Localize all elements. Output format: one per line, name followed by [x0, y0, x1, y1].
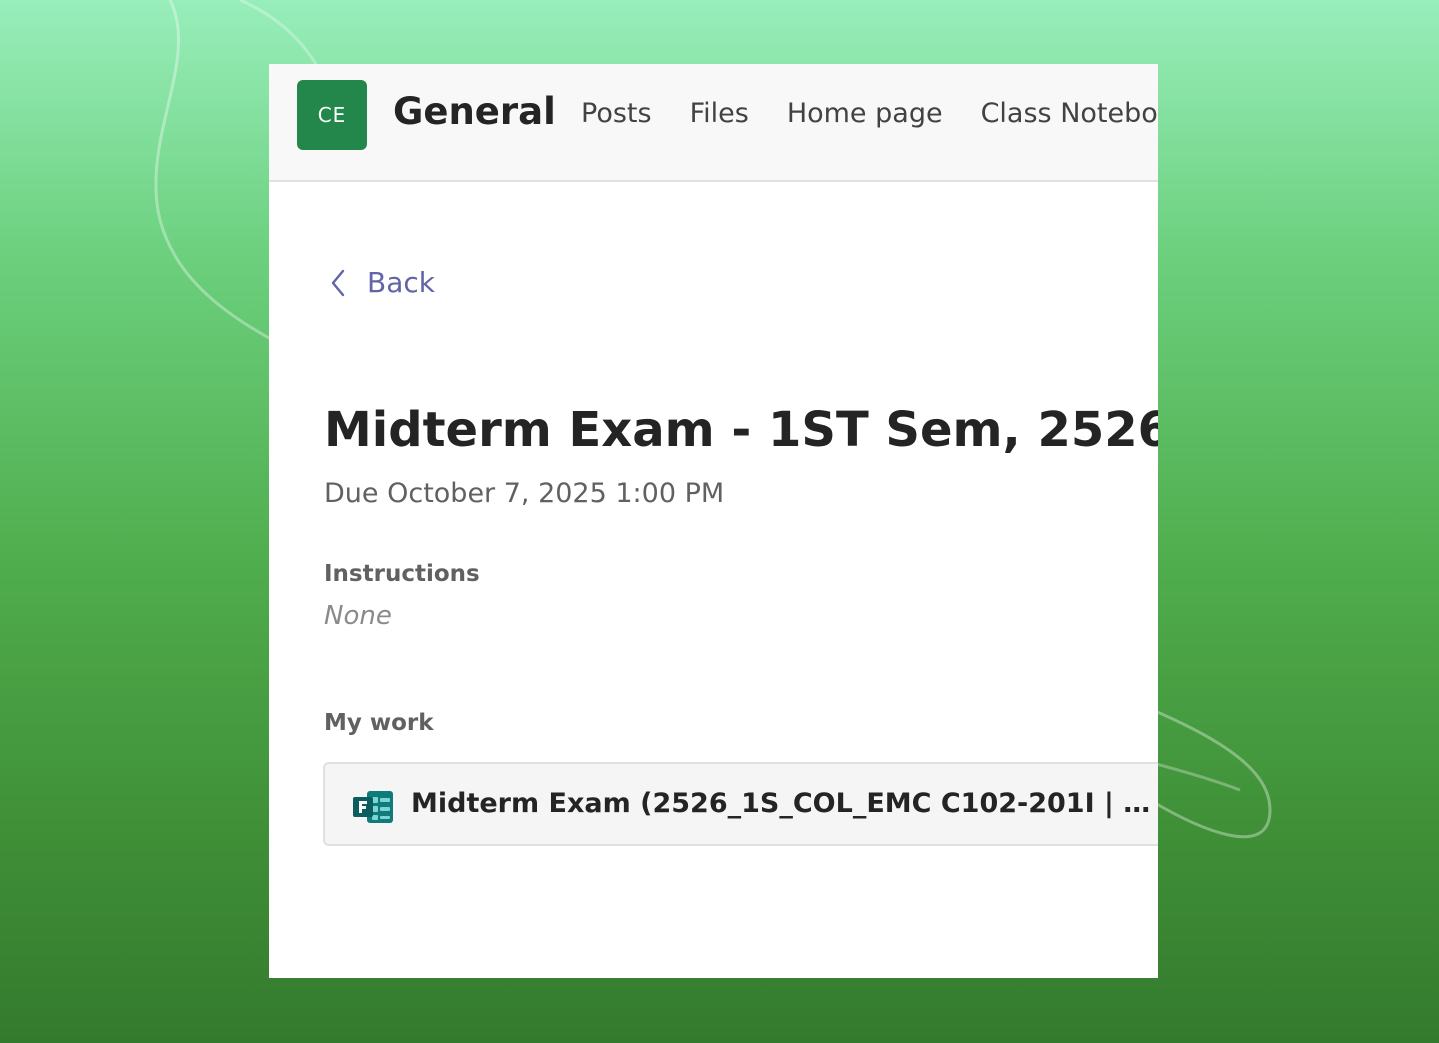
- assignment-title: Midterm Exam - 1ST Sem, 2526: [324, 402, 1158, 458]
- back-button[interactable]: Back: [331, 266, 435, 299]
- channel-title: General: [393, 90, 556, 133]
- work-item-card[interactable]: Midterm Exam (2526_1S_COL_EMC C102-201I …: [323, 762, 1158, 846]
- work-item-title: Midterm Exam (2526_1S_COL_EMC C102-201I …: [411, 788, 1155, 819]
- assignment-window: CE General Posts Files Home page Class N…: [269, 64, 1158, 978]
- tab-posts[interactable]: Posts: [581, 98, 652, 129]
- channel-header: CE General Posts Files Home page Class N…: [269, 64, 1158, 182]
- my-work-label: My work: [324, 710, 434, 736]
- due-date: Due October 7, 2025 1:00 PM: [324, 478, 725, 509]
- channel-tabs: Posts Files Home page Class Notebo: [581, 98, 1158, 129]
- tab-files[interactable]: Files: [690, 98, 749, 129]
- microsoft-forms-icon: [353, 791, 393, 823]
- chevron-left-icon: [331, 269, 345, 296]
- back-label: Back: [367, 266, 435, 299]
- team-avatar[interactable]: CE: [297, 80, 367, 150]
- instructions-value: None: [324, 601, 392, 631]
- tab-class-notebook[interactable]: Class Notebo: [981, 98, 1158, 129]
- instructions-label: Instructions: [324, 561, 480, 587]
- tab-home-page[interactable]: Home page: [787, 98, 943, 129]
